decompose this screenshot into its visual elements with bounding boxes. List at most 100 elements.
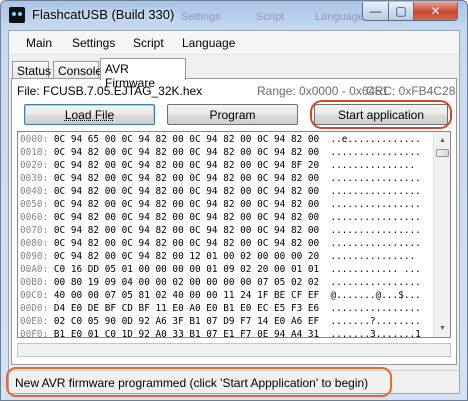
window-title: FlashcatUSB (Build 330) — [32, 7, 175, 22]
progress-bar — [17, 343, 451, 357]
hex-row: 00A0: C0 16 DD 05 01 00 00 00 00 01 09 0… — [20, 263, 430, 276]
hex-address: 0000: — [20, 134, 49, 145]
close-button[interactable]: ✕ — [413, 2, 458, 21]
start-application-button[interactable]: Start application — [314, 104, 448, 125]
hex-viewer[interactable]: 0000: 0C 94 65 00 0C 94 82 00 0C 94 82 0… — [17, 131, 451, 338]
hex-address: 0020: — [20, 160, 49, 171]
hex-row: 0060: 0C 94 82 00 0C 94 82 00 0C 94 82 0… — [20, 211, 430, 224]
title-bar[interactable]: FlashcatUSB (Build 330) Settings Script … — [1, 1, 467, 29]
load-file-label: Load File — [64, 107, 115, 122]
hex-address: 0040: — [20, 186, 49, 197]
tab-console[interactable]: Console — [53, 61, 102, 79]
hex-bytes: 02 C0 05 90 0D 92 A6 3F B1 07 D9 F7 14 E… — [53, 316, 320, 327]
menu-language[interactable]: Language — [182, 36, 235, 50]
hex-bytes: 0C 94 82 00 0C 94 82 00 0C 94 82 00 0C 9… — [53, 199, 320, 210]
hex-bytes: 0C 94 82 00 0C 94 82 00 0C 94 82 00 0C 9… — [53, 212, 320, 223]
program-label: Program — [209, 107, 256, 122]
hex-bytes: 0C 94 82 00 0C 94 82 00 0C 94 82 00 0C 9… — [53, 147, 320, 158]
app-window: FlashcatUSB (Build 330) Settings Script … — [0, 0, 468, 401]
tab-status[interactable]: Status — [12, 61, 51, 79]
hex-ascii: ..e............. — [330, 134, 421, 145]
hex-address: 0070: — [20, 225, 49, 236]
minimize-icon: — — [369, 4, 382, 18]
hex-address: 00C0: — [20, 290, 49, 301]
hex-row: 0030: 0C 94 82 00 0C 94 82 00 0C 94 82 0… — [20, 172, 430, 185]
hex-ascii: ................ — [330, 186, 421, 197]
hex-bytes: 0C 94 65 00 0C 94 82 00 0C 94 82 00 0C 9… — [53, 134, 320, 145]
hex-address: 0010: — [20, 147, 49, 158]
hex-ascii: ................ — [330, 303, 421, 314]
menu-bar: Main Settings Script Language — [9, 31, 459, 55]
status-bar: New AVR firmware programmed (click 'Star… — [6, 367, 459, 397]
menu-main[interactable]: Main — [26, 36, 52, 50]
hex-row: 0080: 0C 94 82 00 0C 94 82 00 0C 94 82 0… — [20, 237, 430, 250]
hex-ascii: ................ — [330, 225, 421, 236]
hex-ascii: @.......@...$... — [330, 290, 421, 301]
tab-avr-firmware[interactable]: AVR Firmware — [100, 58, 186, 90]
hex-lines: 0000: 0C 94 65 00 0C 94 82 00 0C 94 82 0… — [20, 133, 430, 338]
close-icon: ✕ — [430, 4, 441, 18]
hex-address: 0090: — [20, 251, 49, 262]
hex-address: 00F0: — [20, 329, 49, 338]
hex-row: 0040: 0C 94 82 00 0C 94 82 00 0C 94 82 0… — [20, 185, 430, 198]
hex-address: 00B0: — [20, 277, 49, 288]
hex-row: 00C0: 40 00 00 07 05 81 02 40 00 00 11 2… — [20, 289, 430, 302]
hex-row: 0000: 0C 94 65 00 0C 94 82 00 0C 94 82 0… — [20, 133, 430, 146]
hex-row: 0090: 0C 94 82 00 0C 94 82 00 12 01 00 0… — [20, 250, 430, 263]
hex-row: 00D0: D4 E0 DE BF CD BF 11 E0 A0 E0 B1 E… — [20, 302, 430, 315]
ghost-menu-script: Script — [256, 11, 285, 23]
hex-bytes: 0C 94 82 00 0C 94 82 00 12 01 00 02 00 0… — [53, 251, 320, 262]
hex-row: 0070: 0C 94 82 00 0C 94 82 00 0C 94 82 0… — [20, 224, 430, 237]
minimize-button[interactable]: — — [362, 2, 389, 21]
hex-ascii: ............ ... — [330, 264, 421, 275]
hex-ascii: ................ — [330, 238, 421, 249]
hex-address: 0060: — [20, 212, 49, 223]
hex-address: 00E0: — [20, 316, 49, 327]
status-message: New AVR firmware programmed (click 'Star… — [15, 376, 369, 390]
hex-row: 0010: 0C 94 82 00 0C 94 82 00 0C 94 82 0… — [20, 146, 430, 159]
scroll-down-arrow-icon[interactable]: ▼ — [435, 320, 450, 337]
hex-bytes: 0C 94 82 00 0C 94 82 00 0C 94 82 00 0C 9… — [53, 173, 320, 184]
avr-firmware-panel: File: FCUSB.7.05.EJTAG_32K.hex Range: 0x… — [11, 78, 457, 365]
hex-bytes: 0C 94 82 00 0C 94 82 00 0C 94 82 00 0C 9… — [53, 225, 320, 236]
hex-ascii: ............... — [330, 160, 416, 171]
flashcat-logo-icon — [9, 7, 25, 23]
ghost-menu-language: Language — [315, 11, 364, 23]
crc-label: CRC: 0xFB4C28 — [366, 84, 456, 98]
menu-script[interactable]: Script — [133, 36, 164, 50]
hex-ascii: ............... — [330, 251, 416, 262]
hex-ascii: .......3.......1 — [330, 329, 421, 338]
hex-ascii: ................ — [330, 277, 421, 288]
hex-address: 0030: — [20, 173, 49, 184]
hex-ascii: ................ — [330, 173, 421, 184]
maximize-icon: ▢ — [395, 4, 407, 18]
program-button[interactable]: Program — [167, 104, 298, 125]
hex-bytes: D4 E0 DE BF CD BF 11 E0 A0 E0 B1 E0 EC E… — [53, 303, 320, 314]
scroll-up-arrow-icon[interactable]: ▲ — [435, 132, 450, 149]
load-file-button[interactable]: Load File — [24, 104, 155, 125]
hex-ascii: ................ — [330, 212, 421, 223]
ghost-menu-settings: Settings — [181, 11, 221, 23]
hex-ascii: ................ — [330, 199, 421, 210]
start-application-label: Start application — [337, 107, 425, 122]
menu-settings[interactable]: Settings — [72, 36, 115, 50]
scroll-thumb[interactable] — [436, 149, 449, 157]
hex-bytes: 0C 94 82 00 0C 94 82 00 0C 94 82 00 0C 9… — [53, 238, 320, 249]
hex-address: 00D0: — [20, 303, 49, 314]
maximize-button[interactable]: ▢ — [388, 2, 414, 21]
hex-address: 00A0: — [20, 264, 49, 275]
vertical-scrollbar[interactable]: ▲ ▼ — [433, 132, 450, 337]
hex-address: 0080: — [20, 238, 49, 249]
hex-address: 0050: — [20, 199, 49, 210]
hex-ascii: ................ — [330, 147, 421, 158]
hex-bytes: 00 80 19 09 04 00 00 02 00 00 00 00 07 0… — [53, 277, 320, 288]
hex-ascii: .......?........ — [330, 316, 421, 327]
hex-bytes: 0C 94 82 00 0C 94 82 00 0C 94 82 00 0C 9… — [53, 160, 320, 171]
hex-bytes: C0 16 DD 05 01 00 00 00 00 01 09 02 20 0… — [53, 264, 320, 275]
hex-row: 00E0: 02 C0 05 90 0D 92 A6 3F B1 07 D9 F… — [20, 315, 430, 328]
tab-strip: Status Console AVR Firmware — [9, 58, 459, 90]
client-area: Main Settings Script Language Status Con… — [6, 30, 460, 397]
hex-bytes: B1 E0 01 C0 1D 92 A0 33 B1 07 E1 F7 0E 9… — [53, 329, 320, 338]
hex-row: 00F0: B1 E0 01 C0 1D 92 A0 33 B1 07 E1 F… — [20, 328, 430, 338]
hex-row: 00B0: 00 80 19 09 04 00 00 02 00 00 00 0… — [20, 276, 430, 289]
